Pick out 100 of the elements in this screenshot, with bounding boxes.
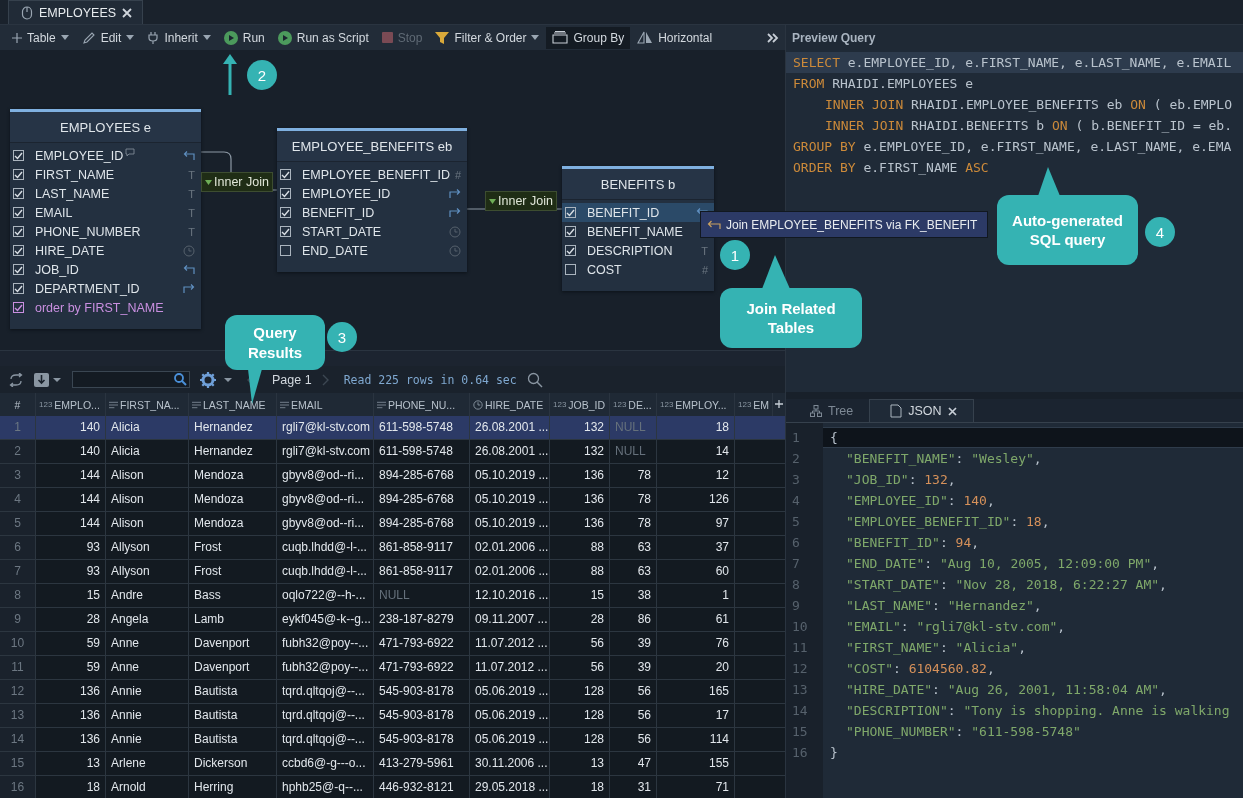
column-row[interactable]: DEPARTMENT_ID [10, 279, 201, 298]
refresh-icon[interactable] [8, 372, 24, 387]
table-cell: 861-858-9117 [374, 536, 470, 559]
join-label[interactable]: Inner Join [485, 191, 557, 211]
editor-tab[interactable]: EMPLOYEES [8, 0, 144, 24]
result-row[interactable]: 10 59 Anne Davenport fubh32@poy--... 471-793-6922 11.07.2012 ... 56 39 76 [0, 632, 785, 656]
column-row[interactable]: EMPLOYEE_BENEFIT_ID # [277, 165, 467, 184]
search-icon[interactable] [526, 371, 543, 388]
table-cell: 78 [610, 512, 657, 535]
folder-icon [552, 31, 569, 44]
checkbox[interactable] [280, 188, 291, 199]
search-field[interactable] [72, 371, 190, 388]
close-icon[interactable] [122, 7, 133, 18]
table-cell: 545-903-8178 [374, 728, 470, 751]
table-cell: 86 [610, 608, 657, 631]
column-row[interactable]: EMAIL T [10, 203, 201, 222]
chevrons-icon[interactable] [767, 33, 779, 43]
result-row[interactable]: 8 15 Andre Bass oqlo722@--h-... NULL 12.10.2016 ... 15 38 1 [0, 584, 785, 608]
result-row[interactable]: 13 136 Annie Bautista tqrd.qltqoj@--... 545-903-8178 05.06.2019 ... 128 56 17 [0, 704, 785, 728]
table-cell: Frost [189, 536, 277, 559]
right-turn-arrow-icon [183, 283, 195, 294]
column-row[interactable]: EMPLOYEE_ID [277, 184, 467, 203]
checkbox[interactable] [280, 245, 291, 256]
column-row[interactable]: BENEFIT_ID [562, 203, 714, 222]
table-cell: tqrd.qltqoj@--... [277, 728, 374, 751]
join-menu-item[interactable]: Join EMPLOYEE_BENEFITS via FK_BENEFIT [700, 211, 989, 238]
result-row[interactable]: 6 93 Allyson Frost cuqb.lhdd@-l-... 861-858-9117 02.01.2006 ... 88 63 37 [0, 536, 785, 560]
checkbox[interactable] [565, 226, 576, 237]
checkbox[interactable] [13, 245, 24, 256]
column-row[interactable]: PHONE_NUMBER T [10, 222, 201, 241]
table-cell: 11.07.2012 ... [470, 656, 550, 679]
checkbox[interactable] [13, 283, 24, 294]
plus-icon[interactable] [775, 400, 783, 408]
table-node[interactable]: EMPLOYEE_BENEFITS eb EMPLOYEE_BENEFIT_ID # EMPLOYEE_ID BENEFIT_ID START_DATE END_DATE [277, 128, 467, 272]
result-row[interactable]: 12 136 Annie Bautista tqrd.qltqoj@--... 545-903-8178 05.06.2019 ... 128 56 165 [0, 680, 785, 704]
checkbox[interactable] [280, 226, 291, 237]
checkbox[interactable] [280, 169, 291, 180]
table-cell: 128 [550, 680, 610, 703]
toolbar-button[interactable]: Run as Script [271, 26, 375, 49]
column-row[interactable]: START_DATE [277, 222, 467, 241]
checkbox[interactable] [13, 207, 24, 218]
search-icon[interactable] [174, 373, 187, 386]
table-cell: 238-187-8279 [374, 608, 470, 631]
column-row[interactable]: EMPLOYEE_ID [10, 146, 201, 165]
download-icon[interactable] [34, 371, 62, 388]
table-cell: 05.10.2019 ... [470, 512, 550, 535]
table-cell: 26.08.2001 ... [470, 440, 550, 463]
table-node[interactable]: EMPLOYEES e EMPLOYEE_ID FIRST_NAME T LAST_NAME T EMAIL T PHONE_NUMBER T HIRE_DATE JOB_ID DEPARTMENT_ID order by FIRST_NAME [10, 109, 201, 329]
view-tab[interactable]: Tree [790, 399, 870, 422]
result-row[interactable]: 7 93 Allyson Frost cuqb.lhdd@-l-... 861-858-9117 02.01.2006 ... 88 63 60 [0, 560, 785, 584]
checkbox[interactable] [13, 188, 24, 199]
column-row[interactable]: BENEFIT_ID [277, 203, 467, 222]
checkbox[interactable] [13, 302, 24, 313]
result-row[interactable]: 4 144 Alison Mendoza gbyv8@od--ri... 894-285-6768 05.10.2019 ... 136 78 126 [0, 488, 785, 512]
close-icon[interactable] [947, 406, 957, 416]
column-row[interactable]: DESCRIPTION T [562, 241, 714, 260]
result-row[interactable]: 9 28 Angela Lamb eykf045@-k--g... 238-187-8279 09.11.2007 ... 28 86 61 [0, 608, 785, 632]
result-row[interactable]: 16 18 Arnold Herring hphb25@-q--... 446-932-8121 29.05.2018 ... 18 31 71 [0, 776, 785, 798]
column-row[interactable]: LAST_NAME T [10, 184, 201, 203]
toolbar-button[interactable]: Horizontal [631, 26, 719, 49]
column-row[interactable]: HIRE_DATE [10, 241, 201, 260]
result-row[interactable]: 5 144 Alison Mendoza gbyv8@od--ri... 894-285-6768 05.10.2019 ... 136 78 97 [0, 512, 785, 536]
checkbox[interactable] [13, 226, 24, 237]
result-row[interactable]: 2 140 Alicia Hernandez rgli7@kl-stv.com 611-598-5748 26.08.2001 ... 132 NULL 14 [0, 440, 785, 464]
result-row[interactable]: 15 13 Arlene Dickerson ccbd6@-g---o... 413-279-5961 30.11.2006 ... 13 47 155 [0, 752, 785, 776]
result-row[interactable]: 11 59 Anne Davenport fubh32@poy--... 471-793-6922 11.07.2012 ... 56 39 20 [0, 656, 785, 680]
table-cell: 894-285-6768 [374, 488, 470, 511]
toolbar-button[interactable]: Run [217, 26, 271, 49]
callout-bubble: Join Related Tables [720, 288, 862, 348]
checkbox[interactable] [565, 245, 576, 256]
result-row[interactable]: 3 144 Alison Mendoza gbyv8@od--ri... 894-285-6768 05.10.2019 ... 136 78 12 [0, 464, 785, 488]
view-tab[interactable]: JSON [869, 399, 974, 422]
toolbar-button[interactable]: Filter & Order [429, 26, 546, 49]
checkbox[interactable] [13, 264, 24, 275]
table-cell: 136 [550, 464, 610, 487]
column-row[interactable]: FIRST_NAME T [10, 165, 201, 184]
checkbox[interactable] [280, 207, 291, 218]
column-name: START_DATE [302, 224, 382, 239]
checkbox[interactable] [13, 169, 24, 180]
column-row[interactable]: END_DATE [277, 241, 467, 260]
table-cell: Alicia [106, 440, 189, 463]
toolbar-button[interactable]: Inherit [141, 26, 217, 49]
toolbar-button[interactable]: Edit [75, 26, 141, 49]
column-row[interactable]: order by FIRST_NAME [10, 298, 201, 317]
result-row[interactable]: 1 140 Alicia Hernandez rgli7@kl-stv.com 611-598-5748 26.08.2001 ... 132 NULL 18 [0, 416, 785, 440]
gear-icon[interactable] [200, 371, 234, 388]
checkbox[interactable] [565, 207, 576, 218]
toolbar-button[interactable]: Group By [546, 26, 631, 49]
row-number: 5 [0, 512, 36, 535]
result-row[interactable]: 14 136 Annie Bautista tqrd.qltqoj@--... 545-903-8178 05.06.2019 ... 128 56 114 [0, 728, 785, 752]
table-cell: 15 [36, 584, 106, 607]
join-label[interactable]: Inner Join [201, 172, 273, 192]
checkbox[interactable] [565, 264, 576, 275]
checkbox[interactable] [13, 150, 24, 161]
toolbar-button[interactable]: Table [6, 26, 75, 49]
column-row[interactable]: COST # [562, 260, 714, 279]
column-row[interactable]: JOB_ID [10, 260, 201, 279]
table-node[interactable]: BENEFITS b BENEFIT_ID BENEFIT_NAME DESCRIPTION T COST # [562, 166, 714, 291]
table-cell: Bautista [189, 728, 277, 751]
table-cell: 611-598-5748 [374, 440, 470, 463]
